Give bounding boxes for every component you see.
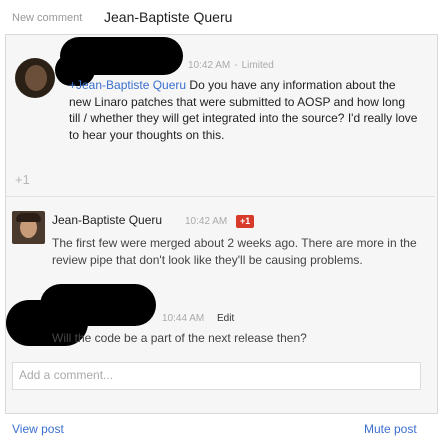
comment-text: Will the code be a part of the next rele… xyxy=(52,331,307,345)
avatar-face xyxy=(25,65,47,91)
comment-time[interactable]: 10:42 AM xyxy=(188,60,230,71)
new-comment-label: New comment xyxy=(12,12,83,24)
avatar-hair xyxy=(16,213,41,222)
mention-link[interactable]: +Jean-Baptiste Queru xyxy=(69,78,186,92)
add-comment-box[interactable] xyxy=(12,362,421,390)
header-author-name: Jean-Baptiste Queru xyxy=(104,9,233,25)
comment-meta: 10:42 AM - Limited xyxy=(188,60,274,71)
add-comment-input[interactable] xyxy=(13,363,420,387)
comment-time[interactable]: 10:44 AM xyxy=(162,313,204,324)
comment-author-name[interactable]: Jean-Baptiste Queru xyxy=(52,213,162,227)
mute-post-link[interactable]: Mute post xyxy=(364,422,417,436)
plus-one-button[interactable]: +1 xyxy=(15,172,30,187)
plus-one-badge[interactable]: +1 xyxy=(236,215,255,228)
comment-time[interactable]: 10:42 AM xyxy=(185,216,227,227)
author-avatar[interactable] xyxy=(12,211,45,244)
edit-link[interactable]: Edit xyxy=(217,313,234,324)
visibility-label[interactable]: Limited xyxy=(242,60,274,71)
commenter-avatar[interactable] xyxy=(15,58,55,98)
divider xyxy=(6,196,435,197)
comment-text: The first few were merged about 2 weeks … xyxy=(52,236,417,267)
view-post-link[interactable]: View post xyxy=(12,422,64,436)
comment-text: +Jean-Baptiste Queru Do you have any inf… xyxy=(69,77,419,143)
